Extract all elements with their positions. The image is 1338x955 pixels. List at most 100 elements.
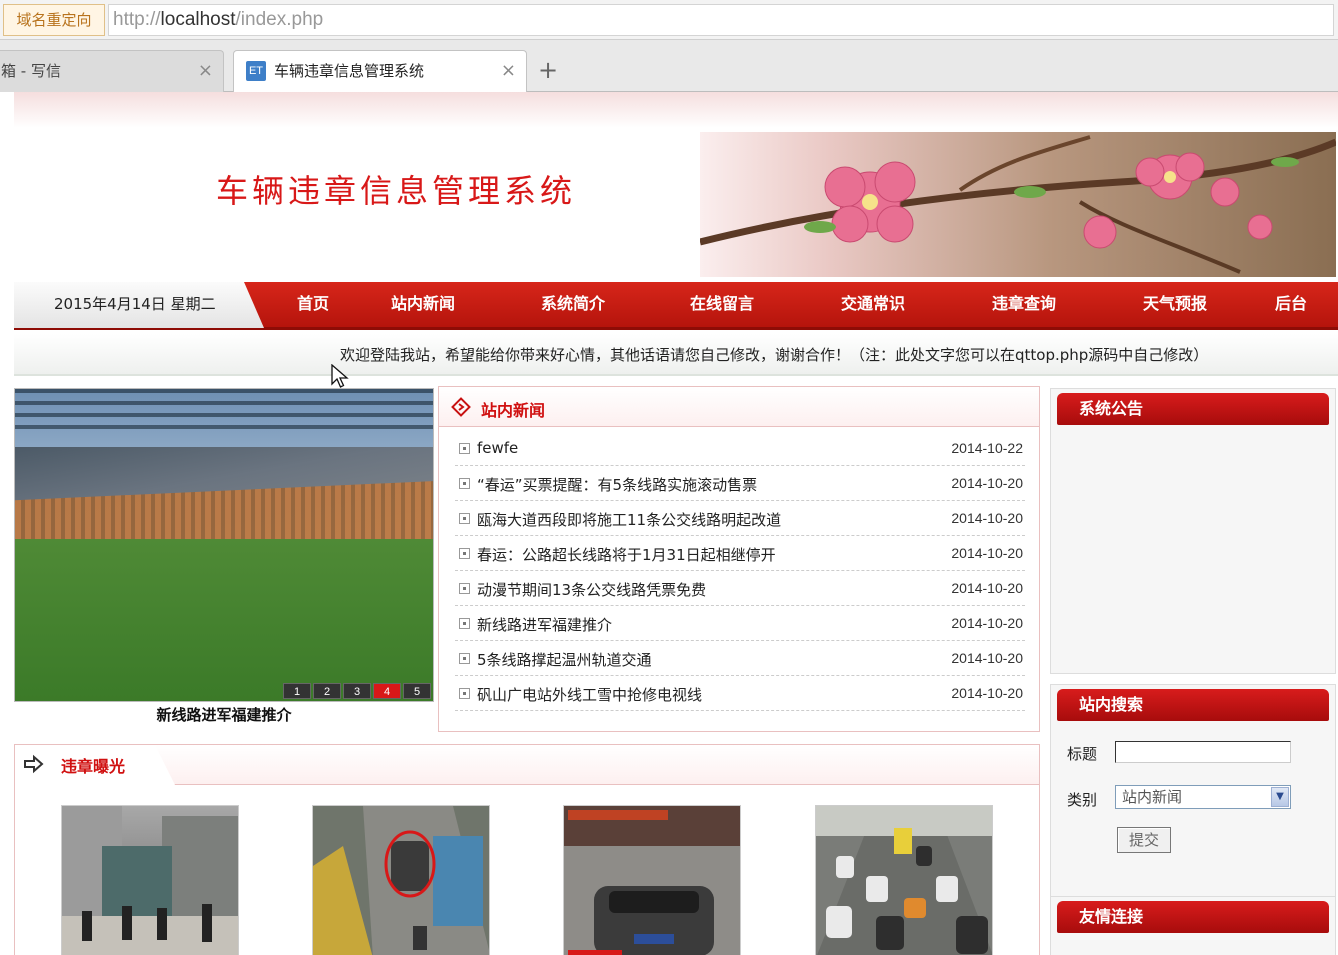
bullet-icon — [459, 583, 470, 594]
nav-home[interactable]: 首页 — [297, 282, 329, 328]
mouse-cursor-icon — [331, 364, 349, 388]
news-item-title[interactable]: 春运：公路超长线路将于1月31日起相继停开 — [477, 544, 776, 565]
news-item-title[interactable]: 5条线路撑起温州轨道交通 — [477, 649, 652, 670]
news-item[interactable]: 5条线路撑起温州轨道交通 2014-10-20 — [455, 641, 1025, 676]
violations-panel: 违章曝光 — [14, 744, 1040, 955]
news-item-title[interactable]: fewfe — [477, 439, 518, 457]
news-list: fewfe 2014-10-22 “春运”买票提醒：有5条线路实施滚动售票 2014… — [455, 431, 1025, 711]
news-item[interactable]: 动漫节期间13条公交线路凭票免费 2014-10-20 — [455, 571, 1025, 606]
violation-photo[interactable] — [312, 805, 490, 955]
notice-box: 系统公告 — [1050, 388, 1336, 674]
violation-photo[interactable] — [563, 805, 741, 955]
news-item-date: 2014-10-22 — [951, 440, 1023, 456]
url-host: localhost — [160, 9, 236, 30]
submit-button[interactable]: 提交 — [1117, 827, 1171, 853]
slide-pager: 1 2 3 4 5 — [283, 683, 431, 699]
news-item-title[interactable]: 动漫节期间13条公交线路凭票免费 — [477, 579, 706, 600]
news-item-title[interactable]: 矾山广电站外线工雪中抢修电视线 — [477, 684, 702, 705]
search-box: 站内搜索 标题 类别 站内新闻 ▼ 提交 — [1050, 684, 1336, 902]
category-label: 类别 — [1067, 791, 1098, 809]
marquee-text: 欢迎登陆我站，希望能给你带来好心情，其他话语请您自己修改，谢谢合作！（注：此处文… — [340, 346, 1209, 364]
nav-message[interactable]: 在线留言 — [690, 282, 754, 328]
tab-label: 车辆违章信息管理系统 — [274, 62, 425, 80]
news-item-date: 2014-10-20 — [951, 510, 1023, 526]
banner-flower-image — [700, 132, 1336, 277]
url-prefix: http:// — [113, 9, 161, 30]
news-item-date: 2014-10-20 — [951, 615, 1023, 631]
slide-number[interactable]: 3 — [343, 683, 371, 699]
slide-caption[interactable]: 新线路进军福建推介 — [14, 704, 434, 725]
nav-about[interactable]: 系统简介 — [541, 282, 605, 328]
new-tab-button[interactable]: + — [536, 56, 560, 86]
violation-photo[interactable] — [815, 805, 993, 955]
tab-label: 箱 - 写信 — [1, 62, 61, 80]
site-title: 车辆违章信息管理系统 — [216, 172, 577, 210]
news-item[interactable]: fewfe 2014-10-22 — [455, 431, 1025, 466]
nav-violation-query[interactable]: 违章查询 — [992, 282, 1056, 328]
news-panel: 站内新闻 fewfe 2014-10-22 “春运”买票提醒：有5条线路实施滚动售… — [438, 386, 1040, 732]
redirect-badge[interactable]: 域名重定向 — [3, 4, 105, 36]
slide-number-active[interactable]: 4 — [373, 683, 401, 699]
nav-traffic-knowledge[interactable]: 交通常识 — [841, 282, 905, 328]
bullet-icon — [459, 443, 470, 454]
arrow-right-icon — [23, 753, 45, 775]
search-title: 站内搜索 — [1057, 689, 1329, 721]
slide-number[interactable]: 2 — [313, 683, 341, 699]
close-icon[interactable]: × — [198, 51, 213, 91]
news-item-title[interactable]: 新线路进军福建推介 — [477, 614, 612, 635]
slide-number[interactable]: 1 — [283, 683, 311, 699]
category-select-value: 站内新闻 — [1122, 788, 1183, 806]
violation-photo[interactable] — [61, 805, 239, 955]
diamond-arrow-icon — [451, 397, 471, 417]
nav-weather[interactable]: 天气预报 — [1143, 282, 1207, 328]
url-input[interactable]: http://localhost/index.php — [108, 4, 1334, 36]
tab-active[interactable]: ET 车辆违章信息管理系统 × — [233, 50, 527, 92]
bullet-icon — [459, 478, 470, 489]
url-path: /index.php — [235, 9, 324, 30]
news-item[interactable]: 瓯海大道西段即将施工11条公交线路明起改道 2014-10-20 — [455, 501, 1025, 536]
links-title: 友情连接 — [1057, 901, 1329, 933]
close-icon[interactable]: × — [501, 51, 516, 91]
page: 车辆违章信息管理系统 2015年4月14日 星期二 首页 站内新闻 系统简介 在… — [0, 92, 1338, 955]
main-nav: 2015年4月14日 星期二 首页 站内新闻 系统简介 在线留言 交通常识 违章… — [14, 282, 1338, 330]
news-item-date: 2014-10-20 — [951, 650, 1023, 666]
marquee-bar: 欢迎登陆我站，希望能给你带来好心情，其他话语请您自己修改，谢谢合作！（注：此处文… — [14, 334, 1338, 376]
news-item-title[interactable]: “春运”买票提醒：有5条线路实施滚动售票 — [477, 474, 757, 495]
nav-news[interactable]: 站内新闻 — [391, 282, 455, 328]
slide-field — [15, 539, 433, 701]
news-item-date: 2014-10-20 — [951, 545, 1023, 561]
news-title: 站内新闻 — [481, 401, 546, 420]
category-select[interactable]: 站内新闻 ▼ — [1115, 785, 1291, 809]
top-stripe — [14, 92, 1338, 128]
news-item-date: 2014-10-20 — [951, 685, 1023, 701]
violations-header: 违章曝光 — [15, 745, 1039, 785]
news-header: 站内新闻 — [439, 387, 1039, 427]
address-bar: 域名重定向 http://localhost/index.php — [0, 0, 1338, 40]
tab-bar: 箱 - 写信 × ET 车辆违章信息管理系统 × + — [0, 40, 1338, 92]
tab-mail[interactable]: 箱 - 写信 × — [0, 50, 224, 92]
notice-title: 系统公告 — [1057, 393, 1329, 425]
nav-admin[interactable]: 后台 — [1275, 282, 1307, 328]
slide-number[interactable]: 5 — [403, 683, 431, 699]
bullet-icon — [459, 548, 470, 559]
favicon-icon: ET — [246, 61, 266, 81]
news-item[interactable]: 新线路进军福建推介 2014-10-20 — [455, 606, 1025, 641]
bullet-icon — [459, 513, 470, 524]
news-item[interactable]: 矾山广电站外线工雪中抢修电视线 2014-10-20 — [455, 676, 1025, 711]
violations-title: 违章曝光 — [61, 757, 126, 776]
news-item-date: 2014-10-20 — [951, 475, 1023, 491]
news-item-date: 2014-10-20 — [951, 580, 1023, 596]
current-date: 2015年4月14日 星期二 — [14, 282, 264, 328]
news-item[interactable]: 春运：公路超长线路将于1月31日起相继停开 2014-10-20 — [455, 536, 1025, 571]
chevron-down-icon[interactable]: ▼ — [1271, 787, 1289, 807]
title-label: 标题 — [1067, 745, 1098, 763]
slideshow[interactable]: 1 2 3 4 5 — [14, 388, 434, 702]
links-box: 友情连接 — [1050, 896, 1336, 955]
bullet-icon — [459, 618, 470, 629]
news-item[interactable]: “春运”买票提醒：有5条线路实施滚动售票 2014-10-20 — [455, 466, 1025, 501]
slide-transition-lines — [15, 389, 433, 437]
search-title-input[interactable] — [1115, 741, 1291, 763]
bullet-icon — [459, 653, 470, 664]
bullet-icon — [459, 688, 470, 699]
news-item-title[interactable]: 瓯海大道西段即将施工11条公交线路明起改道 — [477, 509, 781, 530]
